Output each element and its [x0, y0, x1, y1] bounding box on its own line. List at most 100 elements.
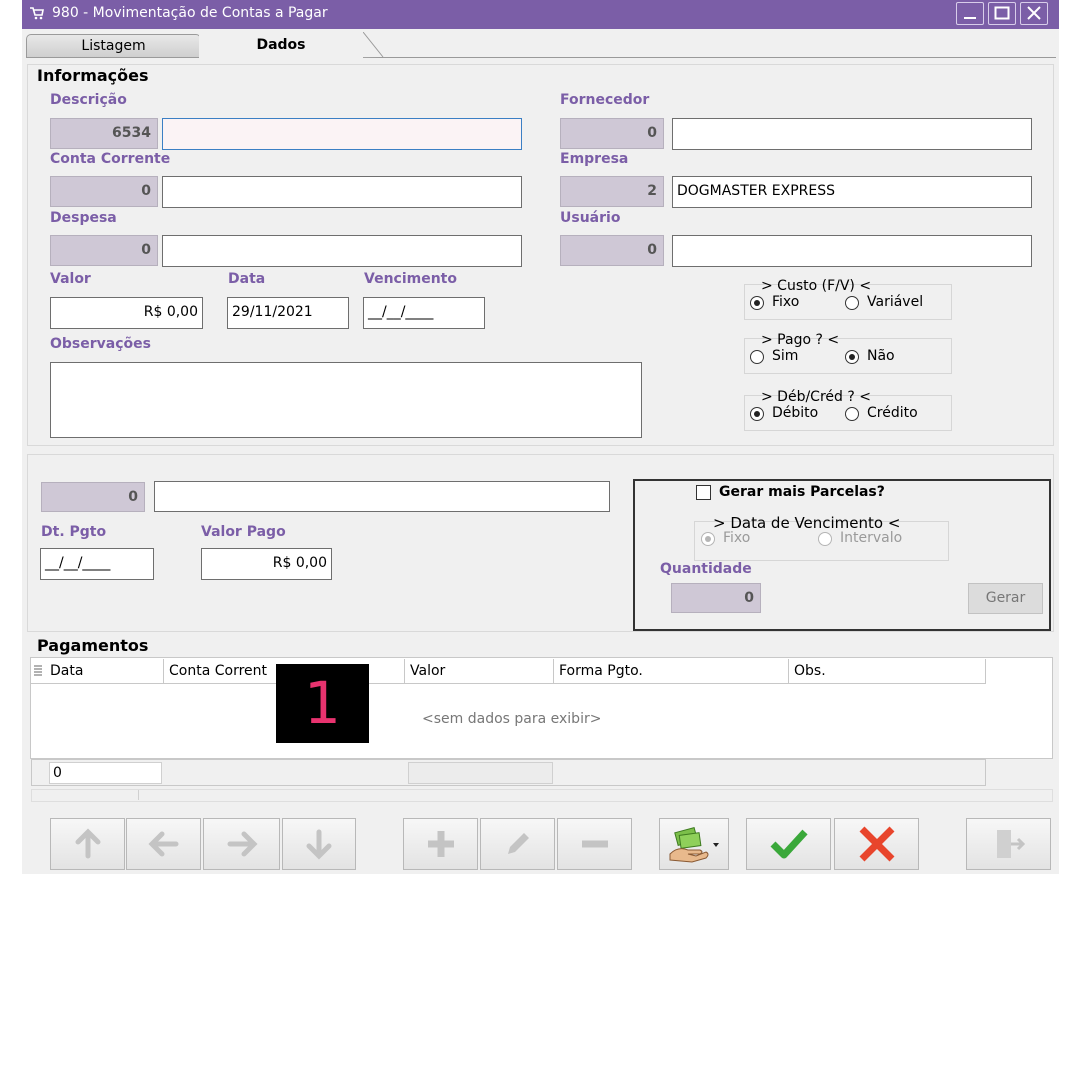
maximize-icon [994, 6, 1010, 20]
pagamentos-title: Pagamentos [37, 636, 149, 655]
arrow-right-icon [227, 831, 258, 857]
pago-sim-label: Sim [772, 348, 799, 364]
confirm-button[interactable] [746, 818, 831, 870]
descricao-field[interactable] [162, 118, 522, 150]
data-field[interactable]: 29/11/2021 [227, 297, 349, 329]
despesa-label: Despesa [50, 210, 117, 226]
grid-header: Data Conta Corrent Valor Forma Pgto. Obs… [31, 659, 986, 684]
pencil-icon [507, 833, 529, 854]
column-valor[interactable]: Valor [405, 659, 554, 683]
custo-title: > Custo (F/V) < [761, 278, 872, 294]
exit-door-icon [996, 830, 1025, 858]
next-record-button[interactable] [203, 818, 280, 870]
overlay-badge: 1 [276, 664, 369, 743]
parcela-intervalo-radio[interactable] [818, 532, 832, 546]
despesa-code-field[interactable]: 0 [50, 235, 158, 266]
column-forma-pgto[interactable]: Forma Pgto. [554, 659, 789, 683]
descricao-code-field[interactable]: 6534 [50, 118, 158, 149]
footer-valor-total [408, 762, 553, 784]
pago-nao-label: Não [867, 348, 895, 364]
gerar-parcelas-label: Gerar mais Parcelas? [719, 484, 885, 500]
valor-field[interactable]: R$ 0,00 [50, 297, 203, 329]
arrow-up-icon [75, 828, 100, 859]
last-record-button[interactable] [282, 818, 356, 870]
previous-record-button[interactable] [126, 818, 201, 870]
conta-corrente-field[interactable] [162, 176, 522, 208]
parcela-fixo-radio[interactable] [701, 532, 715, 546]
fornecedor-field[interactable] [672, 118, 1032, 150]
cancel-button[interactable] [834, 818, 919, 870]
debcred-title: > Déb/Créd ? < [761, 389, 871, 405]
credito-label: Crédito [867, 405, 918, 421]
custo-variavel-radio[interactable] [845, 296, 859, 310]
footer-count: 0 [49, 762, 162, 784]
horizontal-scrollbar[interactable] [31, 789, 1053, 802]
custo-fixo-radio[interactable] [750, 296, 764, 310]
parcela-fixo-label: Fixo [723, 530, 751, 546]
minus-icon [581, 840, 608, 848]
window-title: 980 - Movimentação de Contas a Pagar [52, 5, 328, 21]
tab-listagem[interactable]: Listagem [26, 34, 201, 57]
quantidade-label: Quantidade [660, 561, 752, 577]
exit-button[interactable] [966, 818, 1051, 870]
gerar-button[interactable]: Gerar [968, 583, 1043, 614]
conta-corrente-label: Conta Corrente [50, 151, 171, 167]
column-data[interactable]: Data [45, 659, 164, 683]
fornecedor-label: Fornecedor [560, 92, 650, 108]
close-icon [1027, 6, 1041, 20]
check-icon [770, 829, 808, 859]
usuario-field[interactable] [672, 235, 1032, 267]
usuario-code-field[interactable]: 0 [560, 235, 664, 266]
empresa-code-field[interactable]: 2 [560, 176, 664, 207]
observacoes-field[interactable] [50, 362, 642, 438]
title-bar[interactable]: 980 - Movimentação de Contas a Pagar [22, 0, 1059, 29]
credito-radio[interactable] [845, 407, 859, 421]
descricao-label: Descrição [50, 92, 127, 108]
column-obs[interactable]: Obs. [789, 659, 986, 683]
debito-radio[interactable] [750, 407, 764, 421]
pago-sim-radio[interactable] [750, 350, 764, 364]
informacoes-title: Informações [37, 66, 149, 85]
debito-label: Débito [772, 405, 819, 421]
data-label: Data [228, 271, 266, 287]
custo-variavel-label: Variável [867, 294, 924, 310]
conta-corrente-code-field[interactable]: 0 [50, 176, 158, 207]
arrow-left-icon [147, 831, 178, 857]
usuario-label: Usuário [560, 210, 621, 226]
cross-icon [859, 826, 894, 862]
pagamento-code-field[interactable]: 0 [41, 482, 145, 512]
custo-fixo-label: Fixo [772, 294, 800, 310]
pagamento-field[interactable] [154, 481, 610, 512]
close-button[interactable] [1020, 2, 1048, 25]
tab-dados[interactable]: Dados [199, 32, 363, 58]
despesa-field[interactable] [162, 235, 522, 267]
delete-button[interactable] [557, 818, 632, 870]
parcela-intervalo-label: Intervalo [840, 530, 903, 546]
grid-options-icon[interactable] [33, 664, 43, 678]
vencimento-field[interactable]: __/__/____ [363, 297, 485, 329]
maximize-button[interactable] [988, 2, 1016, 25]
minimize-button[interactable] [956, 2, 984, 25]
payment-menu-button[interactable] [659, 818, 729, 870]
pago-title: > Pago ? < [761, 332, 840, 348]
add-button[interactable] [403, 818, 478, 870]
arrow-down-icon [306, 829, 332, 860]
valor-label: Valor [50, 271, 91, 287]
empresa-label: Empresa [560, 151, 629, 167]
grid-empty-text: <sem dados para exibir> [422, 711, 602, 727]
first-record-button[interactable] [50, 818, 125, 870]
quantidade-field[interactable]: 0 [671, 583, 761, 613]
edit-button[interactable] [480, 818, 555, 870]
valor-pago-label: Valor Pago [201, 524, 286, 540]
money-hand-icon [669, 827, 719, 863]
empresa-field[interactable]: DOGMASTER EXPRESS [672, 176, 1032, 208]
tab-divider [26, 57, 1056, 58]
gerar-parcelas-checkbox[interactable] [696, 485, 711, 500]
pago-nao-radio[interactable] [845, 350, 859, 364]
scrollbar-thumb[interactable] [33, 790, 139, 800]
valor-pago-field[interactable]: R$ 0,00 [201, 548, 332, 580]
plus-icon [427, 831, 454, 857]
fornecedor-code-field[interactable]: 0 [560, 118, 664, 149]
vencimento-label: Vencimento [364, 271, 457, 287]
dt-pgto-field[interactable]: __/__/____ [40, 548, 154, 580]
